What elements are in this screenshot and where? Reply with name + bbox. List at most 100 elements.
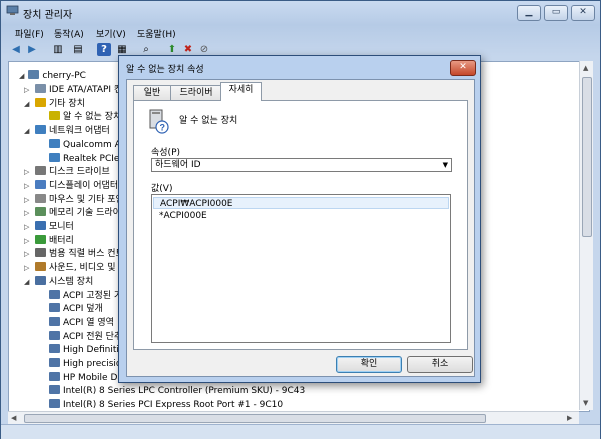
tree-item-label: 알 수 없는 장치 bbox=[63, 112, 122, 123]
tree-item[interactable]: ACPI 전원 단추 bbox=[49, 330, 123, 344]
system-device-icon bbox=[49, 289, 60, 299]
network-icon bbox=[35, 125, 46, 135]
tree-item-label: 모니터 bbox=[49, 222, 74, 232]
title-bar[interactable]: 장치 관리자 ▁ ▭ ✕ bbox=[1, 1, 600, 23]
vertical-scroll-thumb[interactable] bbox=[582, 77, 592, 237]
system-device-icon bbox=[49, 358, 60, 367]
expand-icon[interactable]: ▷ bbox=[24, 180, 29, 193]
tab-details[interactable]: 자세히 bbox=[220, 82, 262, 101]
collapse-icon[interactable]: ◢ bbox=[24, 276, 29, 289]
ok-button[interactable]: 확인 bbox=[336, 356, 402, 373]
tree-item[interactable]: ▷ 모니터 bbox=[24, 221, 74, 234]
expand-icon[interactable]: ▷ bbox=[24, 235, 29, 248]
menu-view[interactable]: 보기(V) bbox=[96, 27, 126, 40]
close-button[interactable]: ✕ bbox=[571, 5, 595, 21]
value-list[interactable]: ACPI₩ACPI000E *ACPI000E bbox=[151, 194, 451, 343]
scroll-left-icon[interactable]: ◀ bbox=[11, 414, 16, 422]
mouse-icon bbox=[35, 193, 46, 203]
collapse-icon[interactable]: ◢ bbox=[24, 125, 29, 138]
expand-icon[interactable]: ▷ bbox=[24, 248, 29, 261]
tree-item[interactable]: ACPI 덮개 bbox=[49, 303, 103, 316]
value-label: 값(V) bbox=[151, 184, 173, 194]
tree-root[interactable]: ◢ cherry-PC bbox=[19, 70, 86, 83]
ide-icon bbox=[35, 84, 46, 93]
scroll-down-icon[interactable]: ▼ bbox=[583, 399, 588, 407]
scroll-up-icon[interactable]: ▲ bbox=[583, 64, 588, 72]
expand-icon[interactable]: ▷ bbox=[24, 207, 29, 220]
property-select-value: 하드웨어 ID bbox=[155, 160, 201, 170]
tree-item[interactable]: ▷ 메모리 기술 드라이버 bbox=[24, 207, 129, 220]
expand-icon[interactable]: ▷ bbox=[24, 194, 29, 207]
minimize-button[interactable]: ▁ bbox=[517, 5, 541, 21]
horizontal-scroll-thumb[interactable] bbox=[24, 414, 486, 423]
tree-item[interactable]: ACPI 열 영역 bbox=[49, 316, 114, 330]
chevron-down-icon: ▼ bbox=[442, 161, 448, 169]
tree-item[interactable]: Intel(R) 8 Series LPC Controller (Premiu… bbox=[49, 385, 305, 398]
unknown-device-icon: ? bbox=[149, 109, 169, 134]
window-title: 장치 관리자 bbox=[23, 10, 73, 21]
menu-file[interactable]: 파일(F) bbox=[15, 27, 44, 40]
tree-item-label: Intel(R) 8 Series PCI Express Root Port … bbox=[63, 400, 284, 411]
menu-bar: 파일(F) 동작(A) 보기(V) 도움말(H) bbox=[1, 24, 600, 41]
tree-item[interactable]: ◢ 시스템 장치 bbox=[24, 275, 94, 289]
menu-help[interactable]: 도움말(H) bbox=[137, 27, 176, 40]
tree-item[interactable]: ▷ 배터리 bbox=[24, 234, 74, 248]
collapse-icon[interactable]: ◢ bbox=[24, 98, 29, 111]
tree-item[interactable]: ◢ 네트워크 어댑터 bbox=[24, 125, 110, 138]
tab-driver[interactable]: 드라이버 bbox=[170, 85, 222, 100]
system-device-icon bbox=[49, 399, 60, 409]
tree-item-label: ACPI 열 영역 bbox=[63, 317, 114, 328]
other-devices-icon bbox=[35, 97, 46, 107]
tree-item-label: 디스크 드라이브 bbox=[49, 167, 110, 178]
collapse-icon[interactable]: ◢ bbox=[19, 72, 24, 80]
details-panel: ? 알 수 없는 장치 속성(P) 하드웨어 ID ▼ 값(V) ACPI₩AC… bbox=[133, 100, 468, 350]
tree-item-label: Intel(R) 8 Series LPC Controller (Premiu… bbox=[63, 386, 306, 397]
properties-icon[interactable]: ▤ bbox=[71, 43, 85, 56]
tree-item-label: 디스플레이 어댑터 bbox=[49, 180, 119, 191]
unknown-device-icon bbox=[49, 111, 60, 121]
menu-action[interactable]: 동작(A) bbox=[54, 27, 84, 40]
system-device-icon bbox=[49, 385, 60, 395]
system-device-icon bbox=[49, 303, 60, 313]
svg-text:?: ? bbox=[160, 123, 166, 133]
system-device-icon bbox=[49, 330, 60, 340]
cancel-button[interactable]: 취소 bbox=[407, 356, 473, 373]
computer-icon bbox=[28, 70, 40, 79]
property-select[interactable]: 하드웨어 ID ▼ bbox=[151, 158, 452, 172]
scroll-right-icon[interactable]: ▶ bbox=[567, 414, 572, 422]
maximize-button[interactable]: ▭ bbox=[544, 5, 568, 21]
tab-general[interactable]: 일반 bbox=[133, 85, 171, 100]
back-arrow-icon[interactable]: ◀ bbox=[9, 43, 23, 56]
tree-item[interactable]: ◢ 기타 장치 bbox=[24, 97, 85, 111]
vertical-scrollbar[interactable]: ▲ ▼ bbox=[579, 61, 593, 410]
tree-item-label: 배터리 bbox=[49, 235, 74, 246]
battery-icon bbox=[35, 234, 46, 244]
tree-item-label: ACPI 전원 단추 bbox=[63, 331, 123, 342]
horizontal-scrollbar[interactable]: ◀ ▶ bbox=[8, 411, 579, 424]
tree-item-label: 기타 장치 bbox=[49, 98, 85, 109]
system-device-icon bbox=[49, 371, 60, 381]
network-adapter-icon bbox=[49, 152, 60, 162]
expand-icon[interactable]: ▷ bbox=[24, 262, 29, 275]
tree-item[interactable]: ▷ 디스플레이 어댑터 bbox=[24, 179, 119, 193]
value-item-selected[interactable]: ACPI₩ACPI000E bbox=[153, 197, 449, 209]
expand-icon[interactable]: ▷ bbox=[24, 84, 29, 97]
status-bar bbox=[1, 424, 600, 439]
tree-root-label: cherry-PC bbox=[42, 71, 86, 81]
expand-icon[interactable]: ▷ bbox=[24, 221, 29, 234]
tree-item-label: 시스템 장치 bbox=[49, 276, 94, 287]
tree-item[interactable]: 알 수 없는 장치 bbox=[49, 111, 121, 124]
monitor-icon bbox=[35, 221, 46, 230]
device-manager-icon bbox=[6, 5, 19, 15]
tree-item[interactable]: ▷ 디스크 드라이브 bbox=[24, 166, 110, 179]
system-device-icon bbox=[49, 316, 60, 326]
value-item[interactable]: *ACPI000E bbox=[153, 210, 449, 222]
forward-arrow-icon[interactable]: ▶ bbox=[25, 43, 39, 56]
disk-icon bbox=[35, 166, 46, 176]
dialog-close-button[interactable]: ✕ bbox=[450, 60, 476, 76]
console-tree-icon[interactable]: ▥ bbox=[51, 43, 65, 56]
display-icon bbox=[35, 179, 46, 189]
expand-icon[interactable]: ▷ bbox=[24, 166, 29, 179]
memory-icon bbox=[35, 207, 46, 217]
help-icon[interactable]: ? bbox=[97, 43, 111, 56]
